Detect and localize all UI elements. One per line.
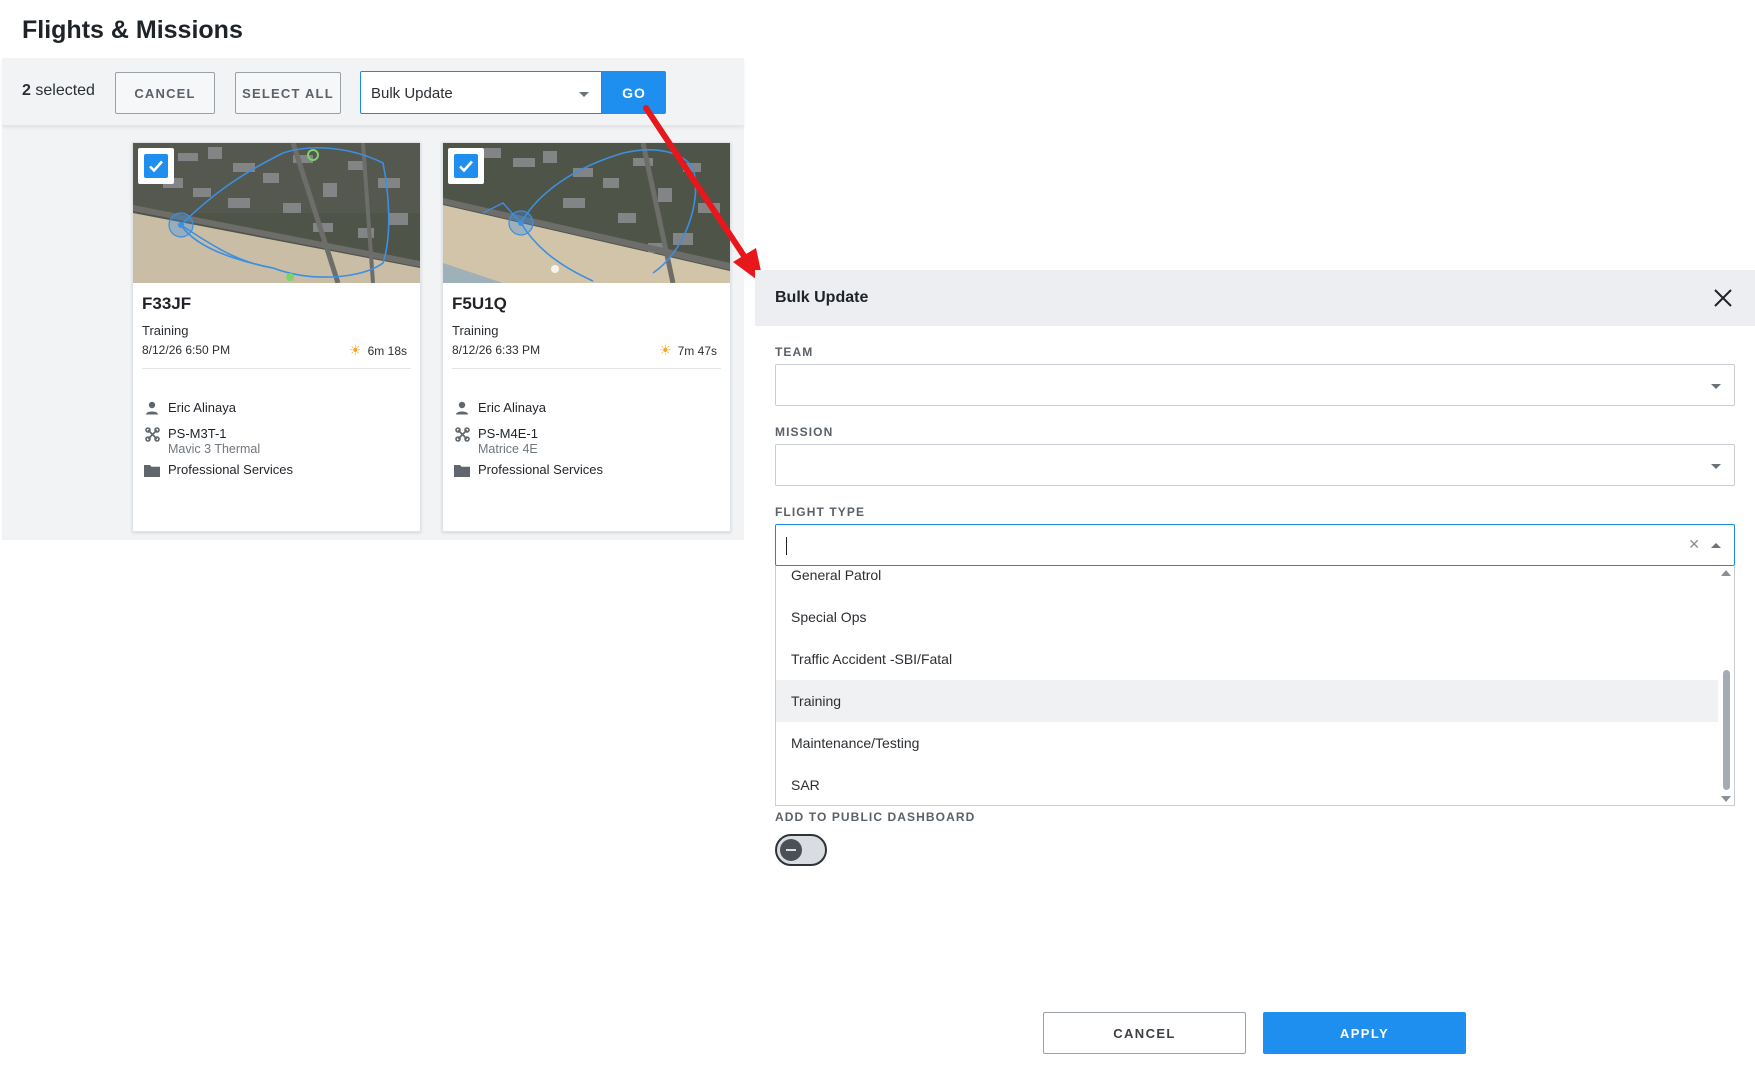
chevron-down-icon [1711,384,1721,389]
go-button[interactable]: GO [602,71,666,114]
divider [452,368,721,369]
dropdown-option[interactable]: Maintenance/Testing [776,722,1718,764]
pilot-name: Eric Alinaya [168,400,236,415]
dropdown-scrollbar[interactable] [1718,566,1734,805]
bulk-toolbar: 2 selected CANCEL SELECT ALL Bulk Update… [2,58,744,126]
card-checkbox[interactable] [138,148,174,184]
team-row: Professional Services [144,462,293,478]
aircraft-model: Matrice 4E [478,442,538,456]
pilot-name: Eric Alinaya [478,400,546,415]
flight-type: Training [142,323,189,338]
dropdown-option[interactable]: Special Ops [776,596,1718,638]
aircraft-name: PS-M3T-1 [168,426,227,441]
chevron-down-icon [579,92,589,97]
team-select[interactable] [775,364,1735,406]
flight-date: 8/12/26 6:33 PM [452,343,541,357]
bulk-update-panel: Bulk Update TEAM MISSION FLIGHT TYPE ✕ G… [755,270,1755,1070]
flight-date: 8/12/26 6:50 PM [142,343,231,357]
sun-icon: ☀ [659,342,672,358]
aircraft-row: PS-M4E-1 Matrice 4E [454,426,538,456]
person-icon [454,400,470,416]
flight-type-label: FLIGHT TYPE [775,505,866,519]
bulk-action-value: Bulk Update [371,85,453,102]
scroll-up-icon[interactable] [1721,570,1731,576]
aircraft-row: PS-M3T-1 Mavic 3 Thermal [144,426,260,456]
folder-icon [144,462,160,478]
divider [142,368,411,369]
selected-count: 2 selected [22,82,95,99]
panel-title: Bulk Update [775,289,869,306]
dropdown-option[interactable]: General Patrol [776,566,1718,596]
chevron-up-icon[interactable] [1711,543,1721,548]
flight-type: Training [452,323,499,338]
dropdown-option[interactable]: Traffic Accident -SBI/Fatal [776,638,1718,680]
checkbox-checked-icon [144,154,168,178]
person-icon [144,400,160,416]
flight-card[interactable]: F33JF Training 8/12/26 6:50 PM ☀ 6m 18s … [132,142,421,532]
mission-select[interactable] [775,444,1735,486]
flight-type-dropdown: General Patrol Special Ops Traffic Accid… [775,566,1735,806]
scroll-down-icon[interactable] [1721,796,1731,802]
team-label: TEAM [775,345,814,359]
flight-map-thumbnail [133,143,420,283]
flight-id: F33JF [142,294,192,313]
drone-icon [144,426,160,442]
close-icon[interactable] [1711,286,1735,310]
select-all-button[interactable]: SELECT ALL [235,72,341,114]
flight-duration: ☀ 7m 47s [659,342,717,358]
sun-icon: ☀ [349,342,362,358]
public-dashboard-label: ADD TO PUBLIC DASHBOARD [775,810,976,824]
clear-icon[interactable]: ✕ [1688,536,1700,553]
dropdown-option[interactable]: SAR [776,764,1718,805]
panel-header: Bulk Update [755,270,1755,326]
checkbox-checked-icon [454,154,478,178]
card-checkbox[interactable] [448,148,484,184]
flight-map-thumbnail [443,143,730,283]
public-dashboard-toggle[interactable] [775,834,827,866]
folder-icon [454,462,470,478]
team-row: Professional Services [454,462,603,478]
flight-type-input[interactable]: ✕ [775,524,1735,566]
dropdown-option-highlighted[interactable]: Training [776,680,1718,722]
aircraft-model: Mavic 3 Thermal [168,442,261,456]
text-cursor [786,537,787,555]
toggle-knob [780,839,802,861]
scrollbar-thumb[interactable] [1723,670,1730,790]
page-title: Flights & Missions [22,16,243,44]
chevron-down-icon [1711,464,1721,469]
cancel-selection-button[interactable]: CANCEL [115,72,215,114]
flights-panel: 2 selected CANCEL SELECT ALL Bulk Update… [2,58,744,540]
drone-icon [454,426,470,442]
team-name: Professional Services [478,462,603,477]
apply-button[interactable]: APPLY [1263,1012,1466,1054]
flight-id: F5U1Q [452,294,507,313]
bulk-action-select[interactable]: Bulk Update [360,71,602,114]
flight-duration: ☀ 6m 18s [349,342,407,358]
pilot-row: Eric Alinaya [144,400,236,416]
aircraft-name: PS-M4E-1 [478,426,538,441]
flight-card[interactable]: F5U1Q Training 8/12/26 6:33 PM ☀ 7m 47s … [442,142,731,532]
team-name: Professional Services [168,462,293,477]
pilot-row: Eric Alinaya [454,400,546,416]
cancel-button[interactable]: CANCEL [1043,1012,1246,1054]
mission-label: MISSION [775,425,834,439]
